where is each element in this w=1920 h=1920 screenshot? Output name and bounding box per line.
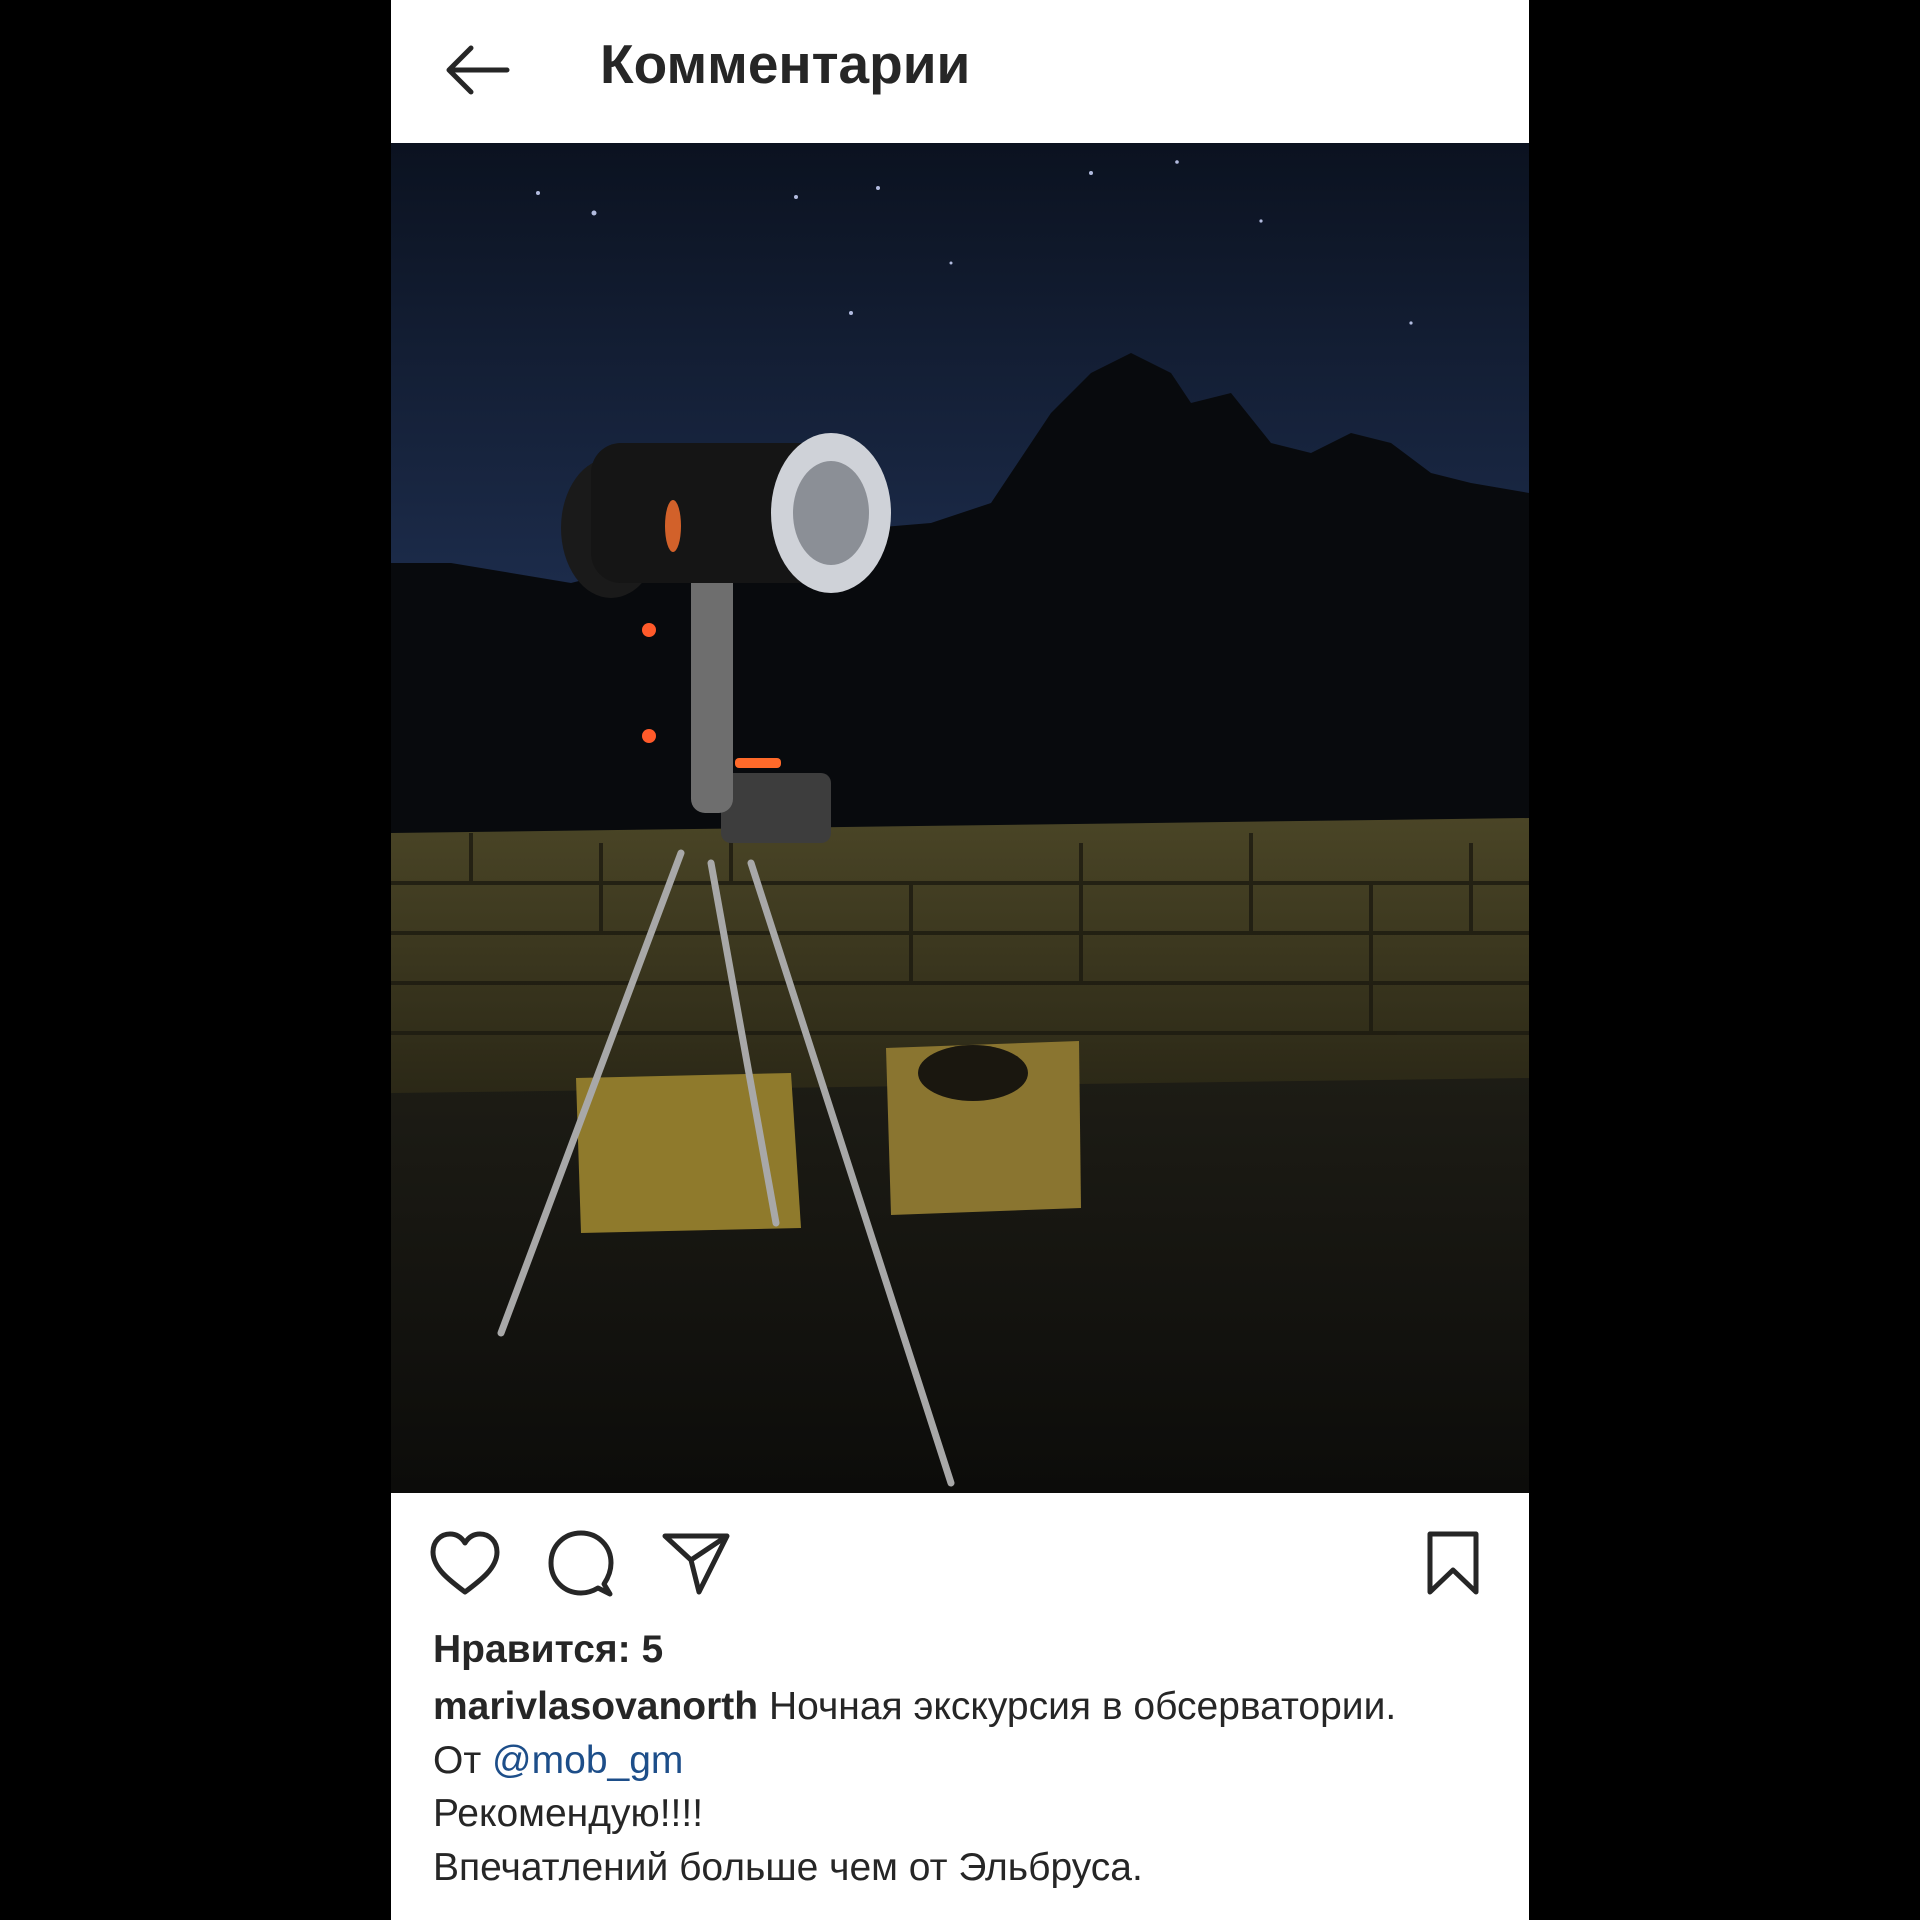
top-bar: Комментарии xyxy=(391,0,1529,143)
like-button[interactable] xyxy=(425,1523,505,1603)
comment-button[interactable] xyxy=(541,1523,621,1603)
caption-username[interactable]: marivlasovanorth xyxy=(433,1685,758,1728)
arrow-left-icon xyxy=(446,45,510,95)
post-photo[interactable] xyxy=(391,143,1529,1493)
post-caption: marivlasovanorth Ночная экскурсия в обсе… xyxy=(433,1680,1493,1894)
share-button[interactable] xyxy=(656,1523,736,1603)
back-button[interactable] xyxy=(431,30,521,110)
save-button[interactable] xyxy=(1413,1523,1493,1603)
bookmark-icon xyxy=(1427,1531,1479,1595)
likes-count: Нравится: 5 xyxy=(433,1628,664,1671)
instagram-comments-screen: Комментарии Нравится: 5 marivlasovanorth… xyxy=(391,0,1529,1920)
caption-from-prefix: От xyxy=(433,1738,482,1782)
caption-line-4: Впечатлений больше чем от Эльбруса. xyxy=(433,1845,1143,1889)
page-title: Комментарии xyxy=(600,33,971,95)
caption-mention-link[interactable]: @mob_gm xyxy=(492,1739,683,1782)
post-actions-bar xyxy=(391,1493,1529,1623)
paper-plane-icon xyxy=(662,1533,730,1595)
night-telescope-photo xyxy=(391,143,1529,1493)
caption-text: Ночная экскурсия в обсерватории. xyxy=(768,1685,1397,1728)
heart-icon xyxy=(430,1531,500,1595)
comment-bubble-icon xyxy=(548,1530,614,1597)
caption-line-1: marivlasovanorth Ночная экскурсия в обсе… xyxy=(433,1680,1493,1734)
caption-line-3: Рекомендую!!!! xyxy=(433,1792,704,1835)
caption-line-2: От @mob_gm xyxy=(433,1734,1493,1788)
